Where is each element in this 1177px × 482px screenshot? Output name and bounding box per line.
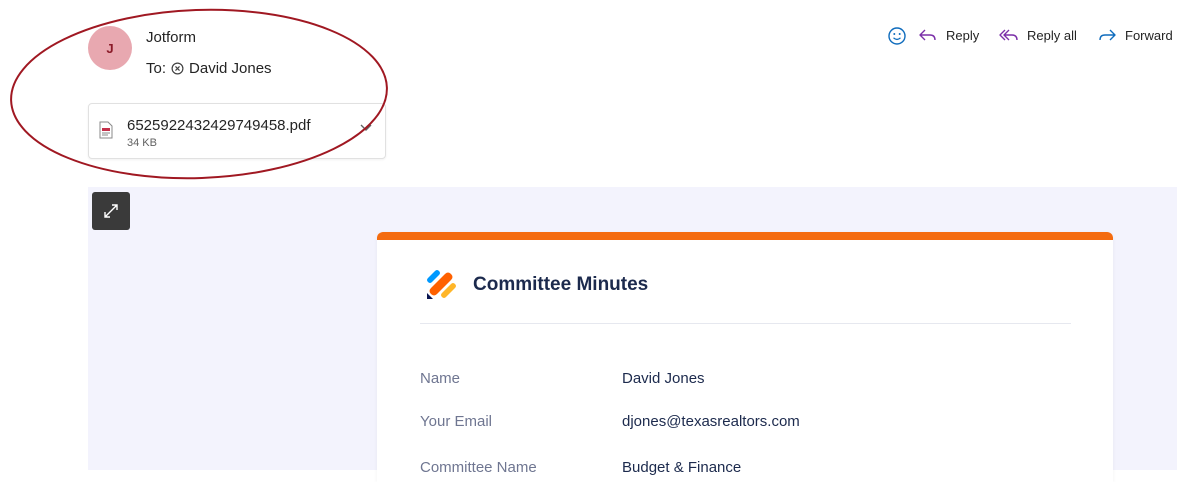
forward-button[interactable]: Forward <box>1097 27 1173 43</box>
sender-name[interactable]: Jotform <box>146 29 196 46</box>
field-value-email[interactable]: djones@texasrealtors.com <box>622 413 800 430</box>
expand-icon <box>104 204 118 218</box>
forward-label: Forward <box>1125 27 1173 43</box>
divider <box>420 323 1071 324</box>
field-label-committee: Committee Name <box>420 459 537 476</box>
forward-icon <box>1099 29 1116 41</box>
emoji-icon[interactable] <box>887 26 907 46</box>
field-value-name: David Jones <box>622 370 705 387</box>
card-accent-bar <box>377 232 1113 240</box>
reply-label: Reply <box>946 27 980 43</box>
reply-all-icon <box>999 29 1018 41</box>
avatar-initial: J <box>106 40 114 56</box>
reply-all-button[interactable]: Reply all <box>999 27 1077 43</box>
field-label-name: Name <box>420 370 461 387</box>
avatar[interactable]: J <box>88 26 132 70</box>
chevron-down-icon[interactable] <box>359 123 373 133</box>
attachment-file-name[interactable]: 6525922432429749458.pdf <box>127 117 311 134</box>
jotform-logo <box>427 270 456 299</box>
form-card: Committee Minutes Name David Jones Your … <box>377 232 1113 482</box>
to-line: To: David Jones <box>146 60 272 77</box>
annotation-ellipse <box>10 8 388 180</box>
recipient-name[interactable]: David Jones <box>189 60 272 77</box>
pdf-file-icon <box>99 121 113 139</box>
to-label: To: <box>146 60 167 77</box>
attachment-file-size: 34 KB <box>127 137 157 149</box>
attachment-card[interactable]: 6525922432429749458.pdf 34 KB <box>88 103 386 159</box>
reply-button[interactable]: Reply <box>918 27 979 43</box>
reply-all-label: Reply all <box>1027 27 1077 43</box>
form-title: Committee Minutes <box>473 274 649 295</box>
field-value-committee: Budget & Finance <box>622 459 742 476</box>
remove-recipient-icon[interactable] <box>171 62 184 75</box>
reply-icon <box>919 29 936 41</box>
expand-button[interactable] <box>92 192 130 230</box>
field-label-email: Your Email <box>420 413 492 430</box>
